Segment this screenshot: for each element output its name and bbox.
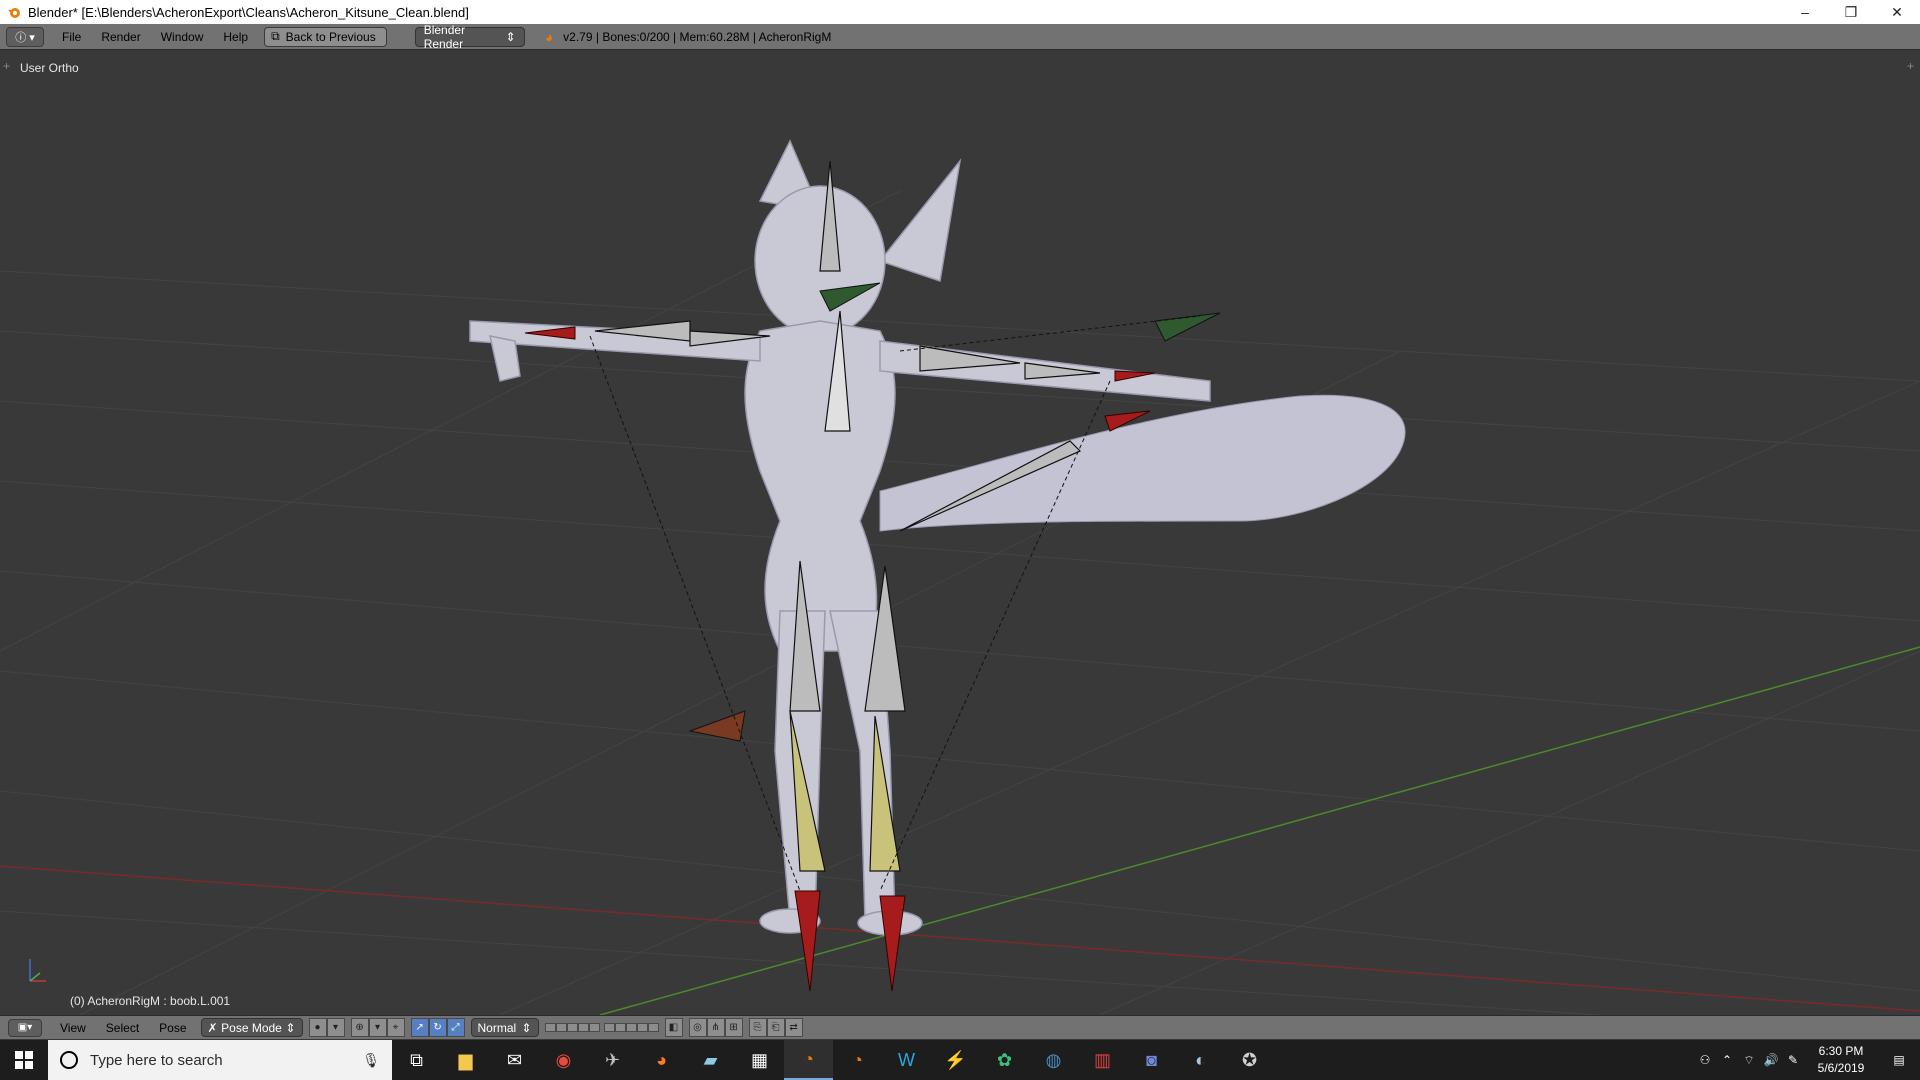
menu-render[interactable]: Render bbox=[91, 30, 150, 44]
character-mesh bbox=[469, 139, 1211, 936]
windows-logo-icon bbox=[15, 1051, 33, 1069]
menu-file[interactable]: File bbox=[52, 30, 91, 44]
window-titlebar: Blender* [E:\Blenders\AcheronExport\Clea… bbox=[0, 0, 1920, 24]
mail-icon[interactable]: ✉ bbox=[490, 1040, 539, 1080]
3d-view-header: ▣▾ View Select Pose ✗ Pose Mode ⇕ ● ▾ ⊕ … bbox=[0, 1015, 1920, 1039]
layer-buttons[interactable] bbox=[544, 1023, 659, 1032]
window-title: Blender* [E:\Blenders\AcheronExport\Clea… bbox=[28, 4, 469, 20]
taskbar-clock[interactable]: 6:30 PM 5/6/2019 bbox=[1804, 1043, 1878, 1077]
blender-alt-icon[interactable]: ◔ bbox=[833, 1040, 882, 1080]
taskbar-apps: ⧉ ▆ ✉ ◉ ✈ ◕ ▰ ▦ ◔ ◔ W ⚡ ✿ ◍ ▥ ◙ ◐ ✪ bbox=[392, 1040, 1274, 1080]
menu-select[interactable]: Select bbox=[96, 1021, 149, 1035]
tail-mesh bbox=[879, 394, 1406, 532]
file-explorer-icon[interactable]: ▆ bbox=[441, 1040, 490, 1080]
render-engine-dropdown[interactable]: Blender Render ⇕ bbox=[414, 23, 525, 51]
close-button[interactable]: ✕ bbox=[1874, 0, 1920, 24]
manipulator-icon[interactable]: ⌖ bbox=[386, 1018, 405, 1037]
pen-icon[interactable]: ✎ bbox=[1782, 1053, 1804, 1067]
task-view-icon[interactable]: ⧉ bbox=[392, 1040, 441, 1080]
shading-solid-icon[interactable]: ● bbox=[308, 1018, 327, 1037]
piano-icon[interactable]: ▥ bbox=[1078, 1040, 1127, 1080]
transform-orientation-dropdown[interactable]: Normal ⇕ bbox=[470, 1018, 539, 1037]
blender-app-icon bbox=[8, 8, 20, 18]
steam-icon[interactable]: ◐ bbox=[1176, 1040, 1225, 1080]
restore-button[interactable]: ❐ bbox=[1828, 0, 1874, 24]
3d-viewport[interactable]: User Ortho (0) AcheronRigM : boob.L.001 … bbox=[0, 51, 1920, 1015]
x-axis-line bbox=[0, 865, 1920, 1012]
pose-mode-icon: ✗ bbox=[207, 1020, 218, 1035]
viewport-canvas bbox=[0, 139, 1920, 1015]
lock-layer-icon[interactable]: ◧ bbox=[664, 1018, 683, 1037]
clock-date: 5/6/2019 bbox=[1817, 1061, 1865, 1075]
editor-type-selector[interactable]: ⓘ ▾ bbox=[6, 26, 44, 47]
back-to-previous-label: Back to Previous bbox=[285, 29, 376, 44]
tray-overflow-icon[interactable]: ⌃ bbox=[1716, 1053, 1738, 1067]
info-header: ⓘ ▾ File Render Window Help ⧉ Back to Pr… bbox=[0, 23, 1920, 51]
pivot-menu-icon[interactable]: ▾ bbox=[368, 1018, 387, 1037]
calculator-icon[interactable]: ▦ bbox=[735, 1040, 784, 1080]
dropdown-arrows-icon: ⇕ bbox=[505, 29, 516, 44]
rotate-manipulator-icon[interactable]: ↻ bbox=[428, 1018, 447, 1037]
dropdown-arrows-icon: ⇕ bbox=[521, 1020, 532, 1035]
pose-flip-paste-icon[interactable]: ⇄ bbox=[784, 1018, 803, 1037]
cortana-icon bbox=[60, 1051, 78, 1069]
view-label: User Ortho bbox=[20, 61, 79, 75]
mode-label: Pose Mode bbox=[221, 1020, 282, 1035]
action-center-icon[interactable]: ▤ bbox=[1878, 1053, 1920, 1067]
screen-back-icon: ⧉ bbox=[271, 29, 280, 43]
area-split-icon-left[interactable]: + bbox=[3, 59, 10, 73]
game-icon[interactable]: ✈ bbox=[588, 1040, 637, 1080]
menu-help[interactable]: Help bbox=[213, 30, 258, 44]
active-object-info: (0) AcheronRigM : boob.L.001 bbox=[70, 994, 231, 1008]
snap-icon[interactable]: ⋔ bbox=[706, 1018, 725, 1037]
search-placeholder: Type here to search bbox=[90, 1051, 223, 1069]
back-to-previous-button[interactable]: ⧉ Back to Previous bbox=[264, 26, 387, 47]
proportional-edit-icon[interactable]: ◎ bbox=[688, 1018, 707, 1037]
clock-time: 6:30 PM bbox=[1818, 1044, 1864, 1058]
godot-icon[interactable]: ◍ bbox=[1029, 1040, 1078, 1080]
blender-icon[interactable]: ◔ bbox=[784, 1040, 833, 1080]
floor-grid bbox=[0, 190, 1920, 1015]
translate-manipulator-icon[interactable]: ↗ bbox=[410, 1018, 429, 1037]
people-icon[interactable]: ⚇ bbox=[1694, 1053, 1716, 1067]
chrome-icon[interactable]: ◉ bbox=[539, 1040, 588, 1080]
area-split-icon-right[interactable]: + bbox=[1907, 59, 1914, 73]
shading-menu-icon[interactable]: ▾ bbox=[326, 1018, 345, 1037]
axis-gizmo bbox=[29, 959, 46, 982]
scale-manipulator-icon[interactable]: ⤢ bbox=[446, 1018, 465, 1037]
green-app-icon[interactable]: ✿ bbox=[980, 1040, 1029, 1080]
bolt-icon[interactable]: ⚡ bbox=[931, 1040, 980, 1080]
interaction-mode-dropdown[interactable]: ✗ Pose Mode ⇕ bbox=[200, 1018, 303, 1037]
notes-icon[interactable]: ▰ bbox=[686, 1040, 735, 1080]
network-icon[interactable]: ⌔ bbox=[1738, 1053, 1760, 1068]
writer-icon[interactable]: W bbox=[882, 1040, 931, 1080]
windows-taskbar: Type here to search 🎙 ⧉ ▆ ✉ ◉ ✈ ◕ ▰ ▦ ◔ ◔ W ⚡ ✿ ◍ ▥ ◙ ◐ ✪… bbox=[0, 1040, 1920, 1080]
blender-logo-icon: ◕ bbox=[544, 28, 554, 45]
menu-window[interactable]: Window bbox=[151, 30, 214, 44]
render-engine-label: Blender Render bbox=[423, 22, 466, 51]
microphone-icon[interactable]: 🎙 bbox=[362, 1052, 380, 1069]
star-app-icon[interactable]: ✪ bbox=[1225, 1040, 1274, 1080]
system-tray: ⚇ ⌃ ⌔ 🔊 ✎ 6:30 PM 5/6/2019 ▤ bbox=[1694, 1040, 1920, 1080]
firefox-icon[interactable]: ◕ bbox=[637, 1040, 686, 1080]
start-button[interactable] bbox=[0, 1040, 48, 1080]
minimize-button[interactable]: – bbox=[1782, 0, 1828, 24]
discord-icon[interactable]: ◙ bbox=[1127, 1040, 1176, 1080]
dropdown-arrows-icon: ⇕ bbox=[285, 1020, 296, 1035]
volume-icon[interactable]: 🔊 bbox=[1760, 1053, 1782, 1067]
taskbar-search-box[interactable]: Type here to search 🎙 bbox=[48, 1040, 392, 1080]
snap-element-icon[interactable]: ⊞ bbox=[724, 1018, 743, 1037]
menu-pose[interactable]: Pose bbox=[149, 1021, 196, 1035]
scene-stats: v2.79 | Bones:0/200 | Mem:60.28M | Acher… bbox=[563, 29, 832, 44]
pose-copy-icon[interactable]: ⎘ bbox=[748, 1018, 767, 1037]
pivot-icon[interactable]: ⊕ bbox=[350, 1018, 369, 1037]
viewport-editor-type-selector[interactable]: ▣▾ bbox=[8, 1018, 42, 1037]
orientation-label: Normal bbox=[477, 1020, 517, 1035]
menu-view[interactable]: View bbox=[50, 1021, 96, 1035]
pose-paste-icon[interactable]: ⎗ bbox=[766, 1018, 785, 1037]
